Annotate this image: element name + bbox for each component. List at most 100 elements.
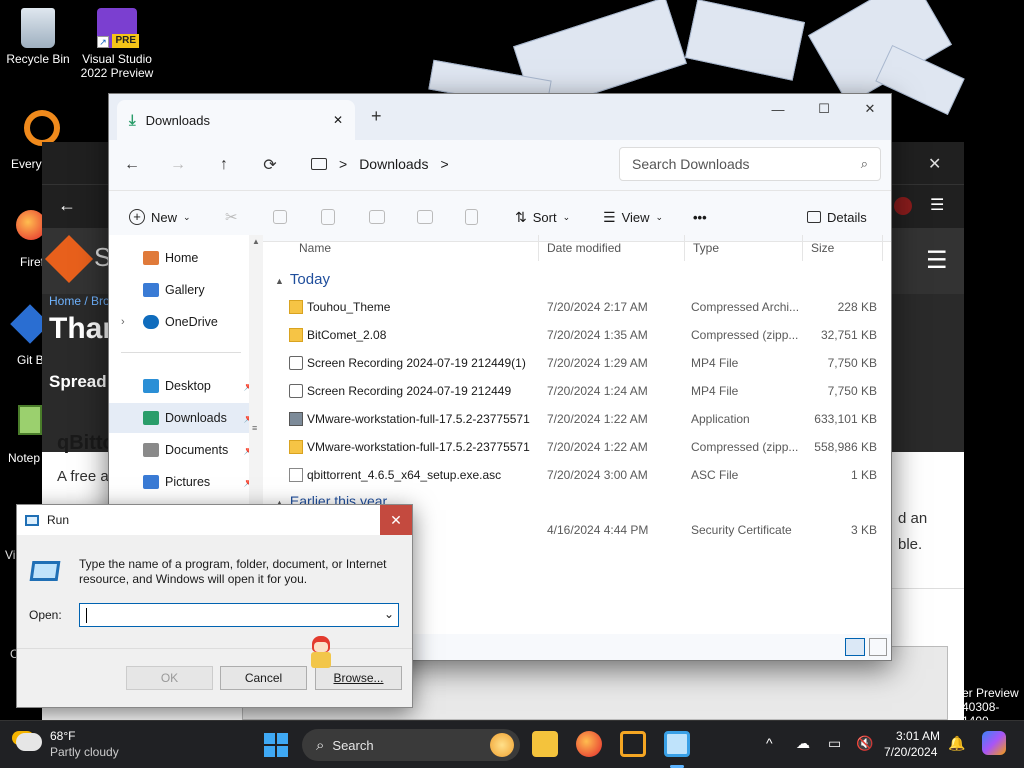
forward-icon[interactable]: → (155, 156, 201, 174)
taskbar: 68°F Partly cloudy ⌕ Search ^ ☁ ▭ 🔇 3:01… (0, 720, 1024, 768)
minimize-button[interactable]: — (755, 94, 801, 124)
desktop-icon-label-2: 2022 Preview (80, 66, 154, 80)
tiles-view-icon[interactable] (869, 638, 887, 656)
file-name: Screen Recording 2024-07-19 212449(1) (307, 356, 526, 370)
file-row[interactable]: qbittorrent_4.6.5_x64_setup.exe.asc 7/20/… (267, 461, 887, 489)
hero-title: Thar (49, 312, 115, 345)
file-size: 228 KB (837, 300, 877, 314)
nav-item-desktop[interactable]: Desktop📌 (109, 371, 261, 401)
display-icon[interactable]: ▭ (828, 735, 841, 752)
view-icon: ☰ (603, 208, 616, 225)
firefox-taskbar-icon[interactable] (576, 731, 602, 757)
file-row[interactable]: Screen Recording 2024-07-19 212449(1) 7/2… (267, 349, 887, 377)
nav-item-onedrive[interactable]: › OneDrive (109, 307, 261, 337)
maximize-button[interactable]: ☐ (801, 94, 847, 124)
site-logo-icon[interactable] (44, 234, 94, 284)
file-date: 4/16/2024 4:44 PM (547, 523, 649, 537)
run-title: Run (47, 513, 70, 527)
new-tab-button[interactable]: + (371, 106, 382, 127)
open-combobox[interactable]: ⌄ (79, 603, 399, 627)
vmware-taskbar-icon[interactable] (620, 731, 646, 757)
nav-item-downloads[interactable]: Downloads📌 (109, 403, 261, 433)
desktop-icon-label: Every (11, 157, 42, 171)
taskbar-search[interactable]: ⌕ Search (302, 729, 520, 761)
file-size: 633,101 KB (814, 412, 877, 426)
weather-widget[interactable]: 68°F Partly cloudy (16, 727, 136, 763)
back-icon[interactable]: ← (109, 156, 155, 174)
path-segment-downloads[interactable]: Downloads (359, 156, 428, 172)
nav-label: Gallery (165, 283, 205, 297)
column-header-type[interactable]: Type (685, 235, 803, 261)
hamburger-icon[interactable]: ☰ (926, 246, 948, 275)
desktop-icon-label: Visual Studio (82, 52, 152, 66)
desktop-icon-label: Recycle Bin (6, 52, 70, 66)
notepad-icon[interactable] (18, 405, 42, 435)
tab-downloads[interactable]: ⤓ Downloads ✕ (117, 100, 355, 140)
tab-close-icon[interactable]: ✕ (333, 113, 343, 127)
network-offline-icon[interactable]: ☁ (796, 735, 810, 752)
file-row[interactable]: Screen Recording 2024-07-19 212449 7/20/2… (267, 377, 887, 405)
cancel-button[interactable]: Cancel (220, 666, 307, 690)
nav-item-documents[interactable]: Documents📌 (109, 435, 261, 465)
run-close-button[interactable]: ✕ (380, 505, 412, 535)
desktop-icon-label: er Preview (962, 686, 1019, 700)
file-date: 7/20/2024 1:29 AM (547, 356, 648, 370)
desktop-pet-sprite[interactable] (306, 636, 336, 670)
partly-cloudy-icon (16, 733, 42, 751)
column-header-size[interactable]: Size (803, 235, 883, 261)
zip-folder-icon (289, 300, 303, 314)
file-row[interactable]: VMware-workstation-full-17.5.2-23775571 7… (267, 433, 887, 461)
hero-subtitle: Spread (49, 372, 107, 391)
browser-back-icon[interactable]: ← (58, 195, 76, 216)
column-header-name[interactable]: Name (291, 235, 539, 261)
body-text: A free a (57, 468, 109, 485)
file-size: 558,986 KB (814, 440, 877, 454)
pictures-icon (143, 475, 159, 489)
search-box[interactable]: Search Downloads ⌕ (619, 147, 881, 181)
path-separator: > (440, 156, 449, 172)
file-size: 32,751 KB (820, 328, 877, 342)
copilot-icon[interactable] (982, 731, 1006, 755)
column-header-date[interactable]: Date modified (539, 235, 685, 261)
nav-item-pictures[interactable]: Pictures📌 (109, 467, 261, 497)
ublock-icon[interactable] (894, 197, 912, 215)
recycle-bin-icon (21, 8, 55, 48)
breadcrumb[interactable]: Home / Bro (49, 294, 110, 308)
file-date: 7/20/2024 1:35 AM (547, 328, 648, 342)
nav-label: Documents (165, 443, 229, 457)
address-bar[interactable]: > Downloads > (311, 147, 611, 181)
desktop-icon-recycle-bin[interactable]: Recycle Bin (0, 8, 76, 66)
nav-item-gallery[interactable]: Gallery (109, 275, 261, 305)
file-name: VMware-workstation-full-17.5.2-23775571 (307, 412, 530, 426)
ok-button[interactable]: OK (126, 666, 213, 690)
desktop-icon-visual-studio[interactable]: ↗ PRE Visual Studio 2022 Preview (79, 8, 155, 80)
clock-time[interactable]: 3:01 AM (896, 729, 940, 743)
close-button[interactable]: ✕ (847, 94, 893, 124)
expand-chevron-icon[interactable]: › (121, 316, 125, 328)
desktop-icon-label: Vi (5, 548, 16, 562)
up-icon[interactable]: ↑ (201, 156, 247, 174)
browser-close-icon[interactable]: ✕ (928, 154, 941, 174)
file-explorer-taskbar-icon[interactable] (532, 731, 558, 757)
notification-bell-icon[interactable]: 🔔 (948, 735, 965, 752)
run-taskbar-icon[interactable] (664, 731, 690, 757)
file-row[interactable]: VMware-workstation-full-17.5.2-23775571 7… (267, 405, 887, 433)
file-row[interactable]: BitComet_2.08 7/20/2024 1:35 AM Compressed… (267, 321, 887, 349)
visual-studio-icon: ↗ PRE (97, 8, 139, 48)
file-type: Compressed (zipp... (691, 328, 799, 342)
group-header-today[interactable]: ▲ Today (275, 271, 330, 288)
run-large-icon (29, 561, 61, 581)
start-button[interactable] (264, 733, 288, 757)
browser-menu-icon[interactable]: ☰ (930, 195, 944, 215)
refresh-icon[interactable]: ⟳ (247, 155, 293, 175)
clock-date[interactable]: 7/20/2024 (884, 745, 937, 759)
everything-icon[interactable] (24, 110, 60, 146)
nav-item-home[interactable]: Home (109, 243, 261, 273)
nav-label: Pictures (165, 475, 211, 489)
body-text-right-2: ble. (898, 536, 923, 553)
details-view-icon[interactable] (845, 638, 865, 656)
file-row[interactable]: Touhou_Theme 7/20/2024 2:17 AM Compressed … (267, 293, 887, 321)
volume-muted-icon[interactable]: 🔇 (856, 735, 873, 752)
show-hidden-icons-chevron-icon[interactable]: ^ (766, 735, 773, 751)
chevron-down-icon[interactable]: ⌄ (384, 607, 394, 621)
